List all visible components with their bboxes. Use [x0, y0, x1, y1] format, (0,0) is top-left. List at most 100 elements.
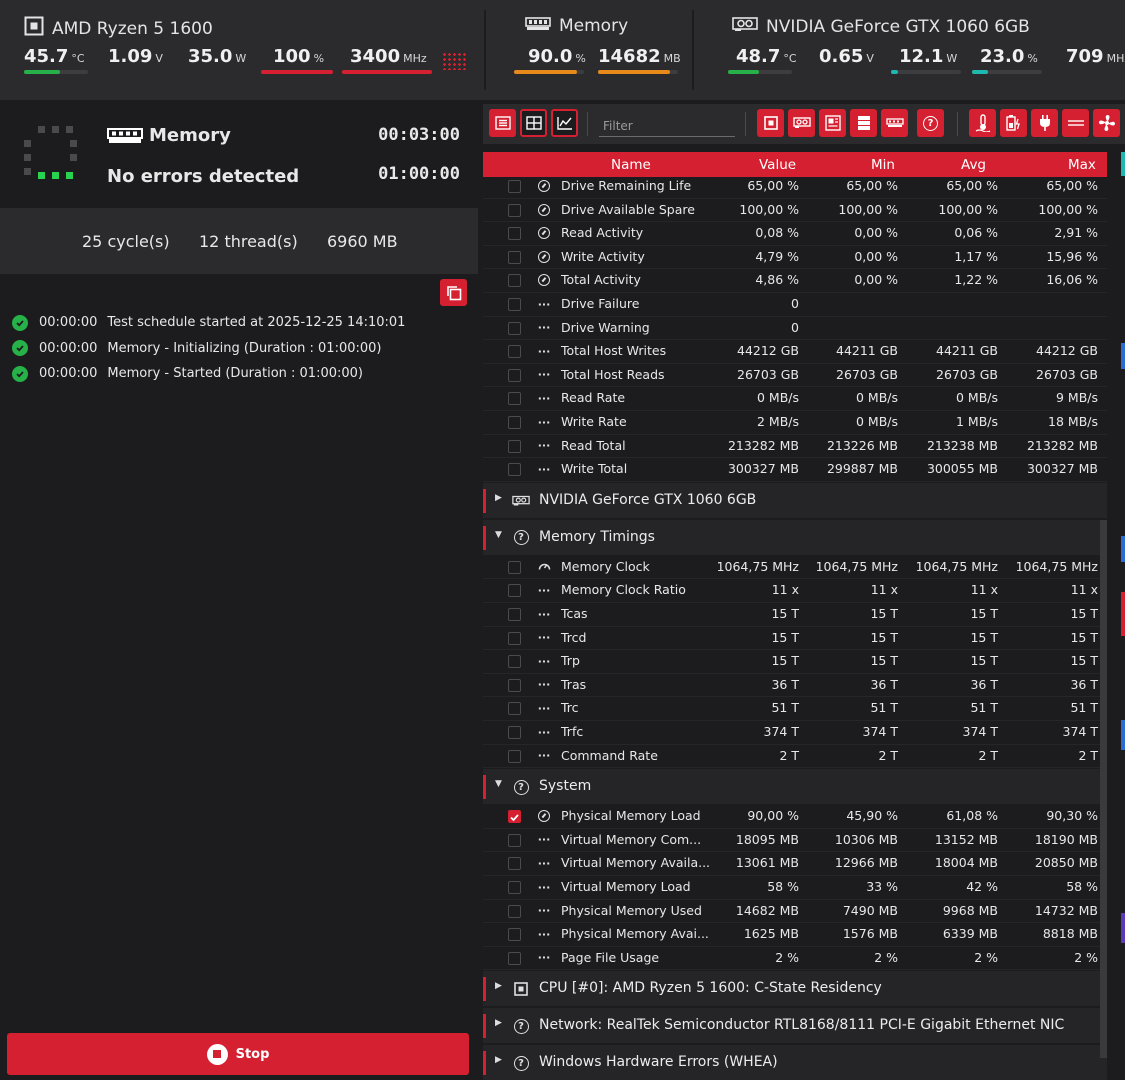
- sensor-checkbox[interactable]: [508, 250, 521, 264]
- sensor-row[interactable]: ··· Page File Usage 2 % 2 % 2 % 2 %: [483, 947, 1107, 971]
- sensor-checkbox[interactable]: [508, 584, 521, 598]
- sensor-table: Drive Remaining Life 65,00 % 65,00 % 65,00 …: [483, 177, 1107, 1080]
- sensor-checkbox[interactable]: [508, 857, 521, 871]
- sensor-checkbox[interactable]: [508, 749, 521, 763]
- sensor-row[interactable]: ··· Read Total 213282 MB 213226 MB 213238 MB…: [483, 435, 1107, 459]
- sensor-name: Read Rate: [561, 390, 626, 406]
- sensor-row[interactable]: ··· Virtual Memory Load 58 % 33 % 42 % 58 %: [483, 876, 1107, 900]
- column-avg[interactable]: Avg: [961, 157, 986, 173]
- sensor-checkbox[interactable]: [508, 203, 521, 217]
- sensor-row[interactable]: ··· Write Rate 2 MB/s 0 MB/s 1 MB/s 18 MB/s: [483, 411, 1107, 435]
- filter-motherboard-button[interactable]: [819, 109, 846, 137]
- sensor-max: 11 x: [1070, 582, 1098, 598]
- sensor-checkbox[interactable]: [508, 180, 521, 193]
- sensor-group-header[interactable]: ▶? Network: RealTek Semiconductor RTL8168…: [483, 1008, 1107, 1045]
- sensor-checkbox[interactable]: [508, 321, 521, 335]
- sensor-checkbox[interactable]: [508, 726, 521, 739]
- chevron-right-icon[interactable]: ▶: [495, 1055, 502, 1065]
- list-view-button[interactable]: [489, 109, 516, 137]
- chevron-right-icon[interactable]: ▶: [495, 1018, 502, 1028]
- sensor-value: 0 MB/s: [756, 390, 799, 406]
- sensor-checkbox[interactable]: [508, 560, 521, 574]
- chevron-right-icon[interactable]: ▶: [495, 493, 502, 503]
- sensor-checkbox[interactable]: [508, 227, 521, 241]
- sensor-checkbox[interactable]: [508, 608, 521, 621]
- sensor-group-header[interactable]: ▼? Memory Timings: [483, 519, 1107, 556]
- dots-icon: ···: [537, 583, 551, 597]
- sensor-row[interactable]: ··· Tras 36 T 36 T 36 T 36 T: [483, 674, 1107, 698]
- sensor-row[interactable]: ··· Trcd 15 T 15 T 15 T 15 T: [483, 627, 1107, 651]
- sensor-row[interactable]: ··· Memory Clock Ratio 11 x 11 x 11 x 11 x: [483, 579, 1107, 603]
- sensor-row[interactable]: ··· Virtual Memory Availa... 13061 MB 12966…: [483, 852, 1107, 876]
- sensor-checkbox[interactable]: [508, 904, 521, 918]
- stop-button[interactable]: Stop: [7, 1033, 469, 1075]
- sensor-row[interactable]: ··· Virtual Memory Com... 18095 MB 10306 MB…: [483, 829, 1107, 853]
- column-value[interactable]: Value: [759, 157, 796, 173]
- sensor-checkbox[interactable]: [508, 810, 521, 824]
- grid-view-button[interactable]: [520, 109, 547, 137]
- filter-storage-button[interactable]: [850, 109, 877, 137]
- sensor-row[interactable]: Write Activity 4,79 % 0,00 % 1,17 % 15,96 %: [483, 246, 1107, 270]
- sensor-checkbox[interactable]: [508, 345, 521, 359]
- filter-input[interactable]: [599, 115, 735, 137]
- sensor-checkbox[interactable]: [508, 274, 521, 288]
- sensor-checkbox[interactable]: [508, 416, 521, 429]
- sensor-checkbox[interactable]: [508, 928, 521, 942]
- sensor-row[interactable]: Read Activity 0,08 % 0,00 % 0,06 % 2,91 %: [483, 222, 1107, 246]
- sensor-group-header[interactable]: ▶ NVIDIA GeForce GTX 1060 6GB: [483, 482, 1107, 519]
- filter-cpu-button[interactable]: [757, 109, 784, 137]
- chevron-down-icon[interactable]: ▼: [495, 530, 502, 540]
- log-entry: 00:00:00 Test schedule started at 2025-12…: [12, 310, 472, 336]
- sensor-checkbox[interactable]: [508, 881, 521, 894]
- sensor-row[interactable]: ··· Write Total 300327 MB 299887 MB 300055 M…: [483, 458, 1107, 482]
- sensor-row[interactable]: Drive Remaining Life 65,00 % 65,00 % 65,00 …: [483, 177, 1107, 199]
- sensor-row[interactable]: ··· Drive Failure 0: [483, 293, 1107, 317]
- filter-temperature-button[interactable]: [969, 109, 996, 137]
- column-min[interactable]: Min: [871, 157, 895, 173]
- copy-log-button[interactable]: [440, 279, 467, 306]
- table-scrollbar[interactable]: [1100, 520, 1107, 1058]
- filter-clock-button[interactable]: [1062, 109, 1089, 137]
- sensor-checkbox[interactable]: [508, 951, 521, 965]
- sensor-group-header[interactable]: ▶ CPU [#0]: AMD Ryzen 5 1600: C-State Res…: [483, 971, 1107, 1008]
- sensor-checkbox[interactable]: [508, 655, 521, 669]
- sensor-checkbox[interactable]: [508, 392, 521, 406]
- filter-voltage-button[interactable]: [1000, 109, 1027, 137]
- sensor-row[interactable]: ··· Trfc 374 T 374 T 374 T 374 T: [483, 721, 1107, 745]
- filter-power-button[interactable]: [1031, 109, 1058, 137]
- sensor-row[interactable]: ··· Trp 15 T 15 T 15 T 15 T: [483, 650, 1107, 674]
- filter-other-button[interactable]: ?: [917, 109, 944, 137]
- filter-memory-button[interactable]: [881, 109, 908, 137]
- sensor-checkbox[interactable]: [508, 702, 521, 716]
- chart-view-button[interactable]: [551, 109, 578, 137]
- sensor-checkbox[interactable]: [508, 439, 521, 453]
- sensor-row[interactable]: Drive Available Spare 100,00 % 100,00 % 100…: [483, 199, 1107, 223]
- column-max[interactable]: Max: [1068, 157, 1096, 173]
- sensor-row[interactable]: ··· Trc 51 T 51 T 51 T 51 T: [483, 697, 1107, 721]
- sensor-checkbox[interactable]: [508, 833, 521, 847]
- sensor-checkbox[interactable]: [508, 368, 521, 382]
- sensor-row[interactable]: ··· Total Host Writes 44212 GB 44211 GB 4421…: [483, 340, 1107, 364]
- sensor-row[interactable]: ··· Command Rate 2 T 2 T 2 T 2 T: [483, 745, 1107, 769]
- sensor-row[interactable]: ··· Tcas 15 T 15 T 15 T 15 T: [483, 603, 1107, 627]
- sensor-row[interactable]: ··· Physical Memory Avai... 1625 MB 1576 MB…: [483, 923, 1107, 947]
- sensor-checkbox[interactable]: [508, 678, 521, 692]
- filter-fan-button[interactable]: [1093, 109, 1120, 137]
- sensor-checkbox[interactable]: [508, 631, 521, 645]
- sensor-row[interactable]: Memory Clock 1064,75 MHz 1064,75 MHz 1064,7…: [483, 556, 1107, 580]
- chevron-right-icon[interactable]: ▶: [495, 981, 502, 991]
- sensor-checkbox[interactable]: [508, 298, 521, 311]
- group-name: CPU [#0]: AMD Ryzen 5 1600: C-State Resi…: [539, 980, 882, 997]
- column-name[interactable]: Name: [611, 157, 651, 173]
- sensor-group-header[interactable]: ▼? System: [483, 769, 1107, 806]
- sensor-row[interactable]: Physical Memory Load 90,00 % 45,90 % 61,08 …: [483, 805, 1107, 829]
- sensor-group-header[interactable]: ▶? Windows Hardware Errors (WHEA): [483, 1045, 1107, 1080]
- sensor-row[interactable]: ··· Read Rate 0 MB/s 0 MB/s 0 MB/s 9 MB/s: [483, 387, 1107, 411]
- sensor-row[interactable]: ··· Physical Memory Used 14682 MB 7490 MB 99…: [483, 900, 1107, 924]
- sensor-checkbox[interactable]: [508, 463, 521, 477]
- sensor-row[interactable]: ··· Total Host Reads 26703 GB 26703 GB 26703…: [483, 364, 1107, 388]
- sensor-row[interactable]: ··· Drive Warning 0: [483, 317, 1107, 341]
- sensor-row[interactable]: Total Activity 4,86 % 0,00 % 1,22 % 16,06 %: [483, 269, 1107, 293]
- chevron-down-icon[interactable]: ▼: [495, 779, 502, 789]
- filter-gpu-button[interactable]: [788, 109, 815, 137]
